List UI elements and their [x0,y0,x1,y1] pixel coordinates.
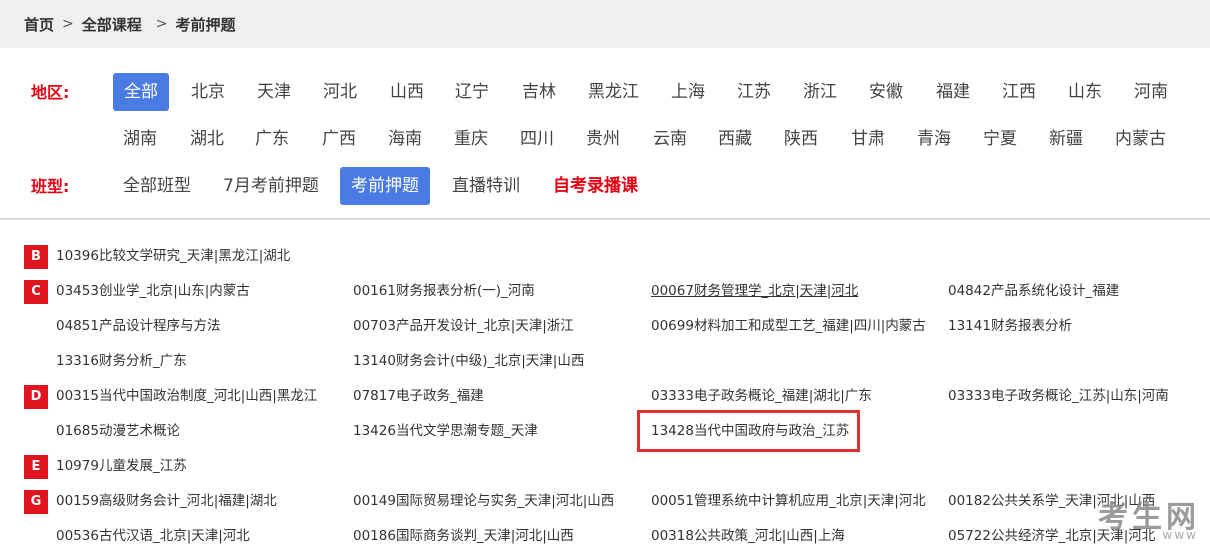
region-option-13[interactable]: 江西 [1002,73,1036,111]
class-option-4[interactable]: 自考录播课 [553,167,638,205]
letter-badge-b: B [24,245,48,269]
region-option-row2-4[interactable]: 海南 [388,120,422,158]
region-option-row2-10[interactable]: 陕西 [784,120,818,158]
site-watermark-logo: 考生网 www [1020,488,1210,553]
letter-badge-c: C [24,280,48,304]
region-option-row2-6[interactable]: 四川 [520,120,554,158]
region-option-1[interactable]: 北京 [191,73,225,111]
region-option-row2-9[interactable]: 西藏 [718,120,752,158]
course-link[interactable]: 04842产品系统化设计_福建 [948,281,1119,301]
highlight-annotation-box [637,410,860,452]
letter-badge-g: G [24,490,48,514]
course-link[interactable]: 10979儿童发展_江苏 [56,456,187,476]
course-link[interactable]: 13426当代文学思潮专题_天津 [353,421,538,441]
breadcrumb-all-courses-link[interactable]: 全部课程 [82,14,142,35]
region-option-row2-2[interactable]: 广东 [255,120,289,158]
region-option-6[interactable]: 吉林 [522,73,556,111]
region-option-0[interactable]: 全部 [113,73,169,111]
region-option-row2-0[interactable]: 湖南 [123,120,157,158]
course-link[interactable]: 00067财务管理学_北京|天津|河北 [651,281,858,301]
region-option-row2-8[interactable]: 云南 [653,120,687,158]
course-link[interactable]: 00703产品开发设计_北京|天津|浙江 [353,316,574,336]
region-option-row2-11[interactable]: 甘肃 [851,120,885,158]
region-option-row2-15[interactable]: 内蒙古 [1115,120,1166,158]
region-option-12[interactable]: 福建 [936,73,970,111]
course-link[interactable]: 00149国际贸易理论与实务_天津|河北|山西 [353,491,614,511]
region-option-row2-3[interactable]: 广西 [322,120,356,158]
region-option-row2-13[interactable]: 宁夏 [983,120,1017,158]
region-option-row2-12[interactable]: 青海 [917,120,951,158]
region-option-4[interactable]: 山西 [390,73,424,111]
course-link[interactable]: 03333电子政务概论_江苏|山东|河南 [948,386,1169,406]
region-option-8[interactable]: 上海 [671,73,705,111]
region-option-row2-7[interactable]: 贵州 [586,120,620,158]
region-option-row2-14[interactable]: 新疆 [1049,120,1083,158]
watermark-subtext: www [1162,528,1198,542]
class-option-2[interactable]: 考前押题 [340,167,430,205]
course-link[interactable]: 00161财务报表分析(一)_河南 [353,281,535,301]
course-link[interactable]: 13140财务会计(中级)_北京|天津|山西 [353,351,584,371]
course-link[interactable]: 13141财务报表分析 [948,316,1072,336]
breadcrumb-home-link[interactable]: 首页 [24,14,54,35]
region-option-7[interactable]: 黑龙江 [588,73,639,111]
class-option-1[interactable]: 7月考前押题 [223,167,319,205]
course-link[interactable]: 10396比较文学研究_天津|黑龙江|湖北 [56,246,290,266]
breadcrumb-separator: > [62,16,74,32]
breadcrumb-current: 考前押题 [175,15,236,34]
letter-badge-d: D [24,385,48,409]
course-link[interactable]: 00159高级财务会计_河北|福建|湖北 [56,491,277,511]
course-link[interactable]: 00315当代中国政治制度_河北|山西|黑龙江 [56,386,317,406]
region-option-15[interactable]: 河南 [1134,73,1168,111]
letter-badge-e: E [24,455,48,479]
breadcrumb: 首页 > 全部课程 > 考前押题 [0,0,1210,48]
region-option-11[interactable]: 安徽 [869,73,903,111]
course-link[interactable]: 04851产品设计程序与方法 [56,316,220,336]
region-option-5[interactable]: 辽宁 [455,73,489,111]
class-type-label: 班型: [31,177,70,196]
filter-panel: 地区: 班型: 全部 北京 天津 河北 山西 辽宁 吉林 黑龙江 上海 江苏 浙江 安徽 福建 江西 山东河… [0,48,1210,220]
region-option-3[interactable]: 河北 [323,73,357,111]
class-option-3[interactable]: 直播特训 [452,167,520,205]
course-link[interactable]: 00318公共政策_河北|山西|上海 [651,526,845,546]
region-option-10[interactable]: 浙江 [803,73,837,111]
course-link[interactable]: 13316财务分析_广东 [56,351,187,371]
region-option-row2-1[interactable]: 湖北 [190,120,224,158]
course-link[interactable]: 00186国际商务谈判_天津|河北|山西 [353,526,574,546]
class-option-0[interactable]: 全部班型 [123,167,191,205]
region-option-row2-5[interactable]: 重庆 [454,120,488,158]
course-link[interactable]: 03453创业学_北京|山东|内蒙古 [56,281,250,301]
region-option-14[interactable]: 山东 [1068,73,1102,111]
region-label: 地区: [31,83,70,102]
course-link[interactable]: 00536古代汉语_北京|天津|河北 [56,526,250,546]
course-link[interactable]: 00051管理系统中计算机应用_北京|天津|河北 [651,491,926,511]
region-option-2[interactable]: 天津 [257,73,291,111]
course-link[interactable]: 00699材料加工和成型工艺_福建|四川|内蒙古 [651,316,926,336]
region-option-9[interactable]: 江苏 [737,73,771,111]
course-link[interactable]: 01685动漫艺术概论 [56,421,180,441]
breadcrumb-separator: > [155,16,168,32]
course-link[interactable]: 07817电子政务_福建 [353,386,484,406]
course-link[interactable]: 03333电子政务概论_福建|湖北|广东 [651,386,872,406]
